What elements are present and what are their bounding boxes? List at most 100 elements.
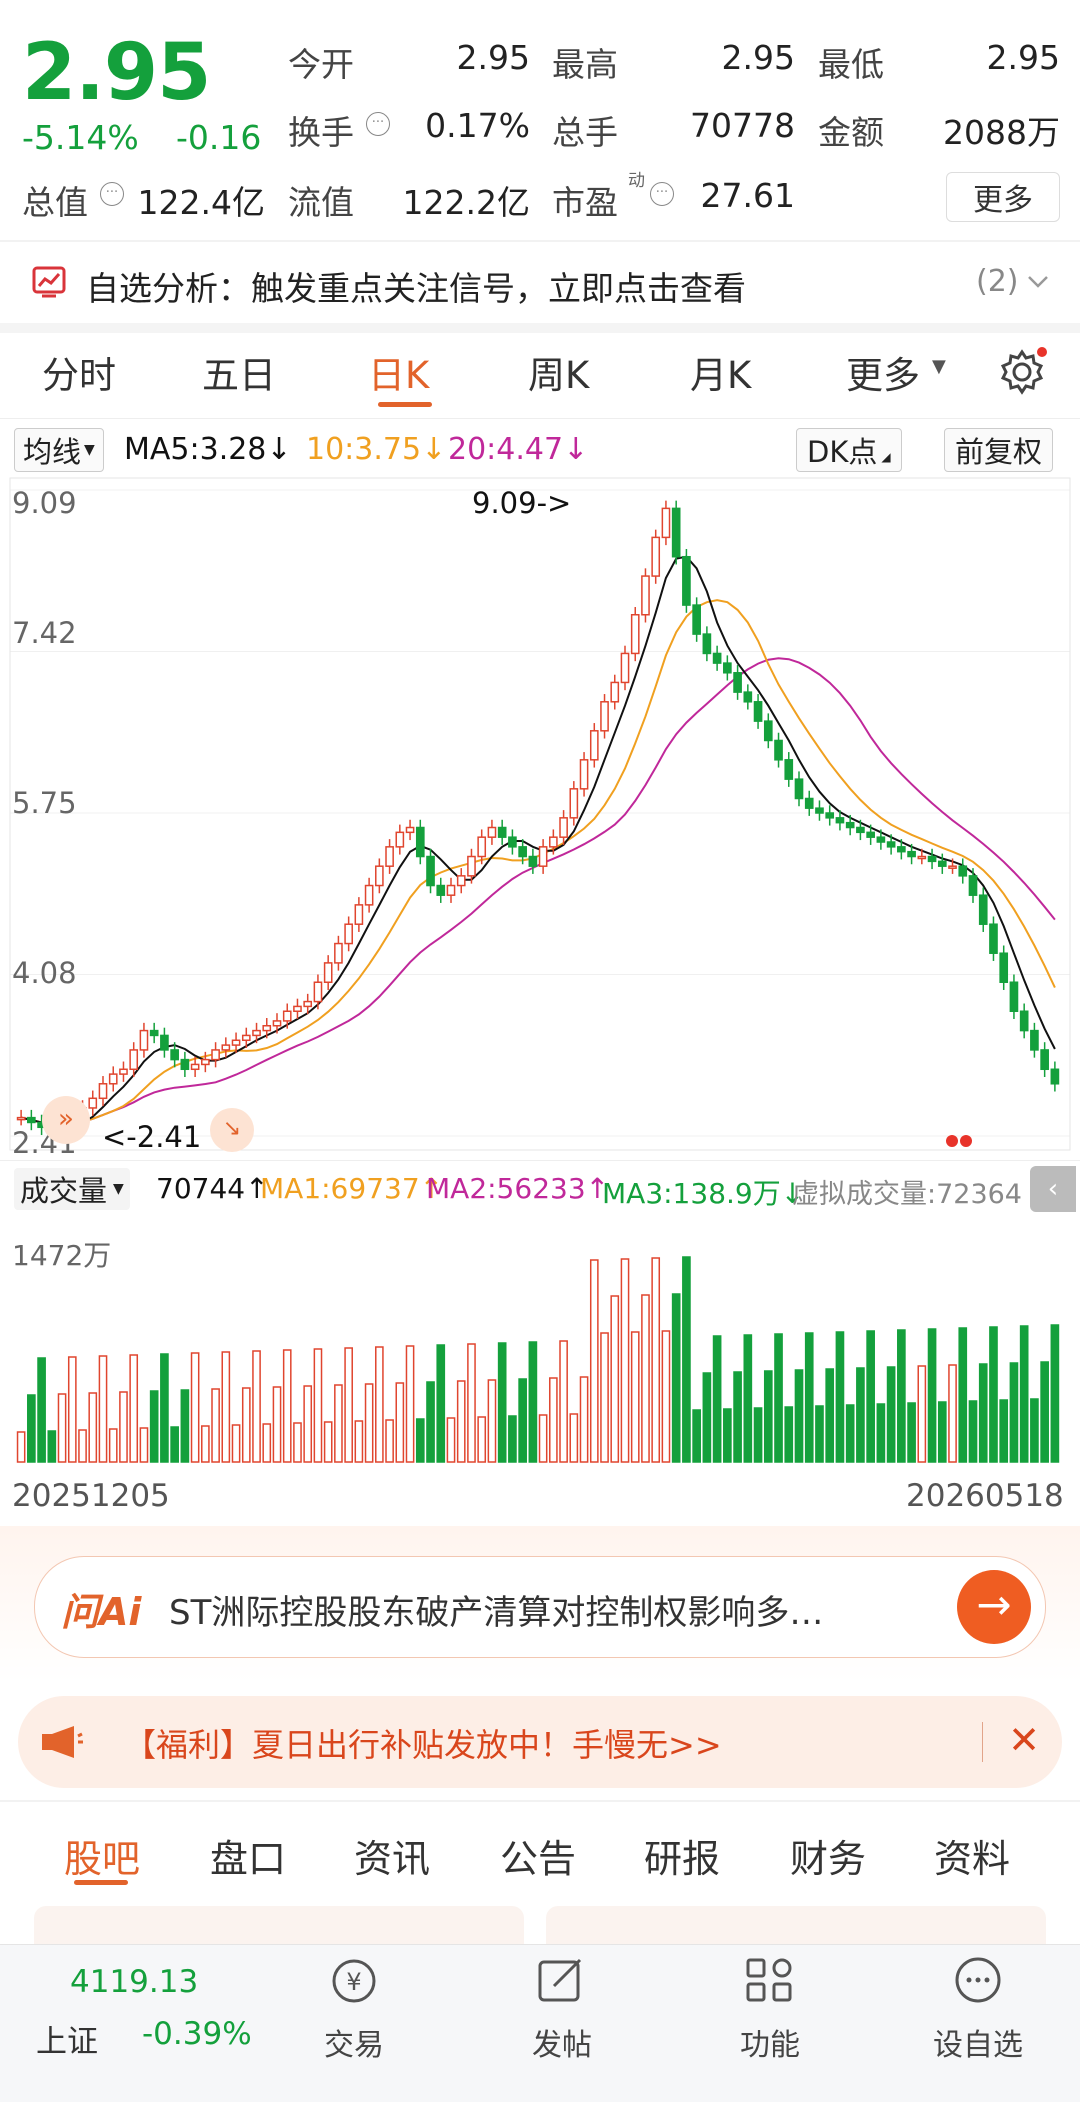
arrow-right-icon[interactable]: →	[957, 1570, 1031, 1644]
double-chevron-icon[interactable]: »	[42, 1096, 90, 1144]
candle-body	[937, 860, 947, 867]
more-button[interactable]: 更多	[946, 172, 1060, 222]
volume-bar	[538, 1414, 548, 1463]
dock-post[interactable]: 发帖	[482, 2020, 642, 2064]
candle-body	[190, 1063, 200, 1071]
tab-more[interactable]: 更多	[846, 345, 920, 399]
candle-body	[897, 846, 906, 853]
trade-icon[interactable]: ¥	[326, 1956, 382, 2006]
volume-bar	[978, 1363, 988, 1463]
volume-bar	[477, 1416, 487, 1463]
volume-bar	[160, 1353, 169, 1463]
tab-daily-k[interactable]: 日K	[368, 345, 429, 399]
candle-body	[682, 555, 691, 606]
open-label: 今开	[288, 45, 354, 84]
feed-card-peek	[546, 1906, 1046, 1946]
caret-down-icon: ▼	[113, 1181, 124, 1197]
last-price: 2.95	[22, 28, 211, 118]
chart-frame	[9, 477, 1071, 1151]
price-axis-label: 7.42	[12, 616, 77, 650]
index-change[interactable]: -0.39%	[142, 2016, 252, 2052]
signal-text: 自选分析：触发重点关注信号，立即点击查看	[86, 269, 746, 308]
open-value: 2.95	[456, 38, 530, 77]
volume-bar	[999, 1399, 1009, 1463]
volume-bar	[456, 1380, 466, 1463]
info-icon[interactable]: ···	[100, 182, 124, 206]
volume-bar	[180, 1389, 190, 1463]
volume-selector-label: 成交量	[20, 1174, 108, 1208]
volume-bar	[446, 1417, 456, 1463]
volume-selector[interactable]: 成交量 ▼	[14, 1168, 130, 1210]
ma-selector[interactable]: 均线 ▼	[14, 428, 104, 472]
functions-grid-icon[interactable]	[742, 1954, 798, 2006]
info-icon[interactable]: ···	[366, 112, 390, 136]
red-dots-icon	[946, 1132, 972, 1151]
tab-order-book[interactable]: 盘口	[210, 1828, 286, 1883]
volume-bar	[395, 1382, 405, 1463]
dk-point-button[interactable]: DK点 ◢	[796, 428, 902, 472]
candle-body	[436, 884, 446, 896]
candle-body	[630, 614, 640, 655]
candle-body	[610, 681, 620, 703]
candle-body	[549, 836, 558, 848]
signal-row[interactable]: 自选分析：触发重点关注信号，立即点击查看 (2)	[0, 244, 1080, 322]
tab-five-day[interactable]: 五日	[202, 345, 276, 399]
moving-average-line	[20, 555, 1056, 1127]
candle-body	[569, 788, 579, 819]
close-icon[interactable]: ✕	[994, 1710, 1054, 1770]
volume-bar	[651, 1257, 661, 1463]
tab-guba[interactable]: 股吧	[64, 1828, 140, 1883]
index-name[interactable]: 上证	[36, 2016, 98, 2061]
volume-bar	[272, 1386, 282, 1463]
compose-post-icon[interactable]	[534, 1954, 590, 2006]
dock-functions[interactable]: 功能	[690, 2020, 850, 2064]
volume-bar	[211, 1388, 220, 1463]
settings-gear-icon[interactable]	[996, 346, 1048, 398]
adjust-button[interactable]: 前复权	[944, 428, 1054, 472]
tab-profile[interactable]: 资料	[934, 1828, 1010, 1883]
volume-bar	[1019, 1325, 1029, 1463]
pe-superscript: 动	[628, 171, 645, 191]
volume-chart[interactable]	[0, 1216, 1080, 1470]
candle-body	[241, 1034, 251, 1042]
candle-body	[815, 807, 824, 814]
volume-bar	[27, 1394, 36, 1463]
tab-research[interactable]: 研报	[644, 1828, 720, 1883]
candle-body	[98, 1083, 108, 1100]
tab-announcements[interactable]: 公告	[500, 1828, 576, 1883]
candlestick-chart[interactable]	[0, 476, 1080, 1156]
candle-body	[1030, 1029, 1039, 1051]
candle-body	[723, 662, 732, 674]
candle-body	[129, 1049, 139, 1071]
tab-monthly-k[interactable]: 月K	[690, 345, 751, 399]
volume-bar	[1009, 1362, 1019, 1463]
volume-bar	[313, 1348, 323, 1463]
add-watchlist-icon[interactable]	[950, 1954, 1006, 2006]
amount-label: 金额	[818, 113, 884, 152]
ai-brand: 问Ai	[61, 1590, 142, 1634]
candle-body	[201, 1058, 210, 1066]
dock-trade[interactable]: 交易	[274, 2020, 434, 2064]
tab-minute[interactable]: 分时	[42, 345, 116, 399]
info-icon[interactable]: ···	[650, 182, 674, 206]
volume-bar	[794, 1369, 804, 1463]
volume-bar	[436, 1344, 446, 1463]
tab-news[interactable]: 资讯	[354, 1828, 430, 1883]
candle-body	[856, 826, 865, 834]
candle-body	[1040, 1049, 1049, 1071]
ai-question-bar[interactable]: 问Ai ST洲际控股股东破产清算对控制权影响多… →	[34, 1556, 1046, 1658]
volume-bar	[702, 1372, 712, 1463]
feed-card-peek	[34, 1906, 524, 1946]
collapse-panel-button[interactable]: ‹	[1030, 1166, 1076, 1212]
index-value[interactable]: 4119.13	[70, 1964, 198, 2000]
volume-ma2-readout: MA2:56233↑	[426, 1172, 609, 1205]
volume-bar	[67, 1356, 77, 1463]
promo-banner[interactable]: 【福利】夏日出行补贴发放中！手慢无>> ✕	[18, 1696, 1062, 1788]
dock-add-watchlist[interactable]: 设自选	[898, 2020, 1058, 2064]
tab-weekly-k[interactable]: 周K	[528, 345, 589, 399]
candle-body	[160, 1034, 169, 1051]
volume-bar	[682, 1256, 691, 1463]
tab-finance[interactable]: 财务	[790, 1828, 866, 1883]
volume-bar	[917, 1365, 927, 1463]
low-label: 最低	[818, 45, 884, 84]
